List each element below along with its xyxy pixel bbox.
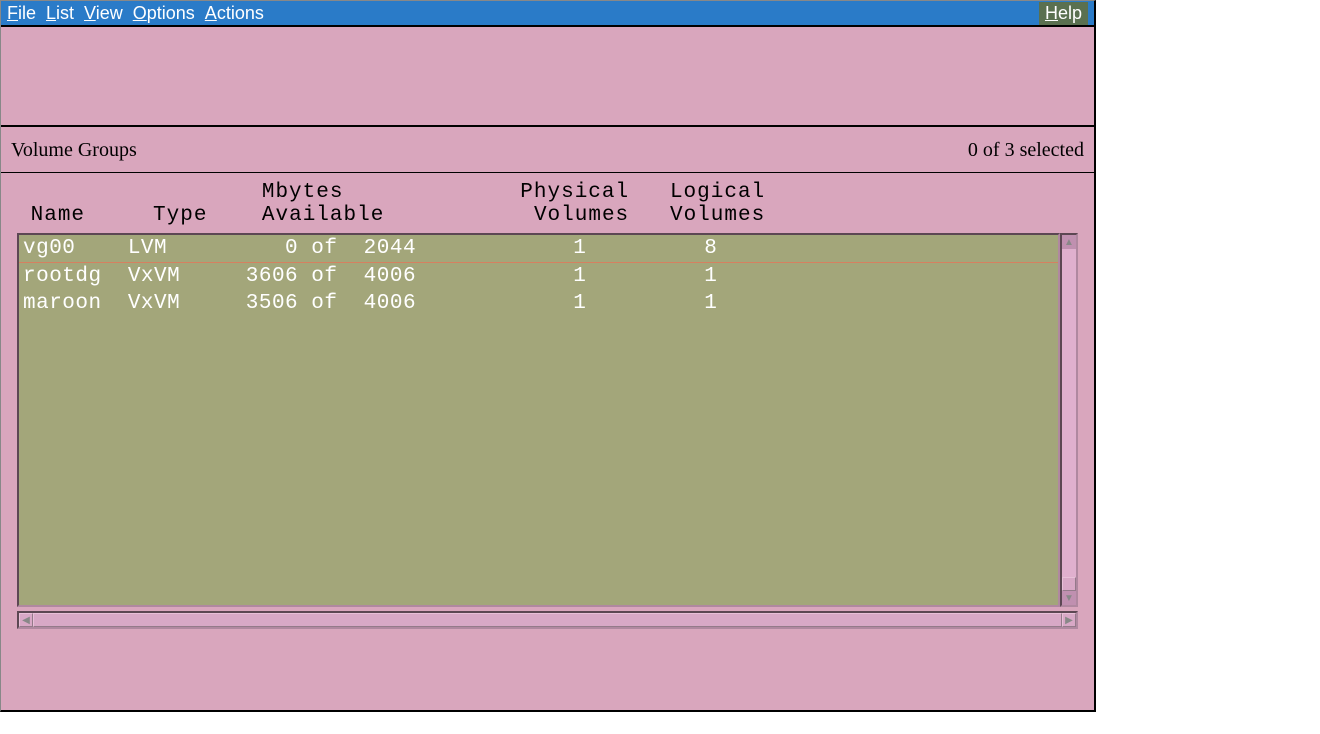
hscroll-track[interactable] [33,613,1062,627]
scroll-up-arrow-icon[interactable]: ▲ [1062,235,1076,249]
menu-list[interactable]: List [46,3,74,24]
vscroll-track[interactable] [1062,249,1076,577]
scroll-right-arrow-icon[interactable]: ▶ [1062,613,1076,627]
menu-options[interactable]: Options [133,3,195,24]
col-type: Type [153,204,207,227]
menu-file[interactable]: File [7,3,36,24]
col-logical-line2: Volumes [670,204,765,227]
col-physical-line2: Volumes [534,204,629,227]
col-mbytes-line2: Available [262,204,384,227]
table-row[interactable]: maroon VxVM 3506 of 4006 1 1 [19,290,1058,317]
vscroll-thumb[interactable] [1062,577,1076,591]
horizontal-scrollbar[interactable]: ◀ ▶ [17,611,1078,629]
volume-groups-window: File List View Options Actions Help Volu… [0,0,1096,712]
col-blank-line1 [17,181,262,204]
menubar-left: File List View Options Actions [7,3,264,24]
table-row[interactable]: vg00 LVM 0 of 2044 1 8 [19,235,1058,263]
scroll-left-arrow-icon[interactable]: ◀ [19,613,33,627]
menu-help[interactable]: Help [1039,2,1088,25]
scroll-down-arrow-icon[interactable]: ▼ [1062,591,1076,605]
hscroll-thumb[interactable] [33,613,1062,627]
col-logical-line1: Logical [670,181,765,204]
menu-actions[interactable]: Actions [205,3,264,24]
column-headers: Mbytes Physical Logical Name Type Availa… [1,173,1094,233]
section-header: Volume Groups 0 of 3 selected [1,127,1094,173]
menu-view[interactable]: View [84,3,123,24]
listbox-area: vg00 LVM 0 of 2044 1 8rootdg VxVM 3606 o… [17,233,1078,607]
volume-groups-list[interactable]: vg00 LVM 0 of 2044 1 8rootdg VxVM 3606 o… [17,233,1060,607]
toolbar-blank [1,27,1094,127]
menubar: File List View Options Actions Help [1,1,1094,27]
col-mbytes-line1: Mbytes [262,181,344,204]
vertical-scrollbar[interactable]: ▲ ▼ [1060,233,1078,607]
col-physical-line1: Physical [520,181,629,204]
section-title: Volume Groups [11,139,137,162]
selection-status: 0 of 3 selected [968,139,1084,162]
col-name: Name [31,204,85,227]
table-row[interactable]: rootdg VxVM 3606 of 4006 1 1 [19,263,1058,290]
